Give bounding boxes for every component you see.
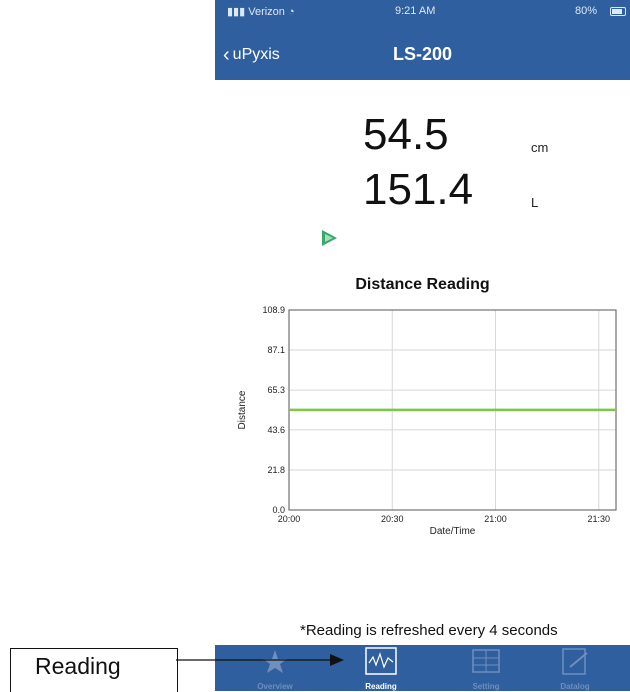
volume-reading-unit: L (531, 195, 539, 210)
carrier-label: ▮▮▮ Verizon ◔ (227, 6, 295, 18)
callout-label: Reading (35, 653, 121, 679)
status-bar: ▮▮▮ Verizon ◔ 9:21 AM 80% (215, 0, 630, 40)
star-icon (263, 650, 287, 673)
waveform-icon (365, 647, 397, 675)
tab-setting[interactable]: Setting (446, 645, 526, 691)
status-time: 9:21 AM (395, 5, 436, 17)
distance-reading-unit: cm (531, 140, 549, 155)
tab-setting-label: Setting (472, 682, 500, 691)
signal-icon: ▮▮▮ (227, 6, 249, 18)
chart-title: Distance Reading (355, 276, 490, 293)
callout-box: Reading (10, 648, 178, 692)
page-title: LS-200 (392, 44, 453, 64)
tab-overview[interactable]: Overview (235, 645, 315, 691)
tab-datalog-label: Datalog (560, 682, 590, 691)
tab-bar: Overview Reading Setting Datalog (215, 645, 630, 691)
grid-icon (472, 649, 500, 673)
tab-datalog[interactable]: Datalog (535, 645, 615, 691)
refresh-note: *Reading is refreshed every 4 seconds (300, 622, 558, 639)
tab-reading[interactable]: Reading (341, 645, 421, 691)
tab-reading-label: Reading (365, 682, 397, 691)
phone-screen: ▮▮▮ Verizon ◔ 9:21 AM 80% ‹ uPyxis LS-20… (215, 0, 630, 691)
signal-indicator-icon (322, 230, 337, 246)
battery-icon (610, 7, 626, 16)
distance-reading-value: 54.5 (363, 110, 449, 159)
nav-bar: ‹ uPyxis LS-200 (215, 40, 630, 80)
edit-document-icon (562, 648, 588, 675)
wifi-icon: ◔ (284, 6, 295, 18)
volume-reading-value: 151.4 (363, 165, 474, 214)
battery-percent: 80% (575, 5, 598, 17)
tab-overview-label: Overview (257, 682, 293, 691)
